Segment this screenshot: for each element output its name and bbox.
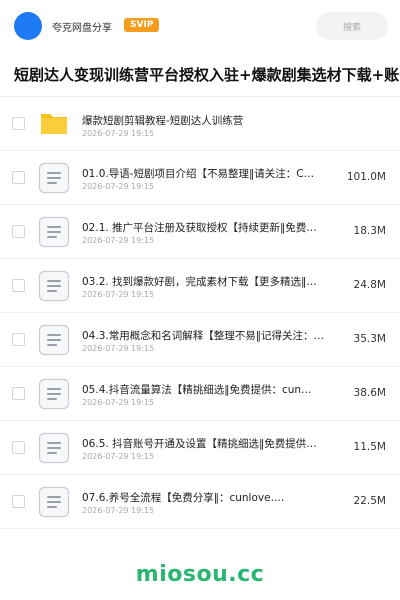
item-size: 38.6M bbox=[353, 387, 386, 399]
list-item-file[interactable]: 04.3.常用概念和名词解释【整理不易‖记得关注：… 2026-07-29 19… bbox=[0, 313, 400, 367]
item-name: 01.0.导语-短剧项目介绍【不易整理‖请关注：C… bbox=[82, 168, 315, 180]
document-icon bbox=[38, 324, 70, 356]
item-size: 101.0M bbox=[346, 171, 386, 183]
share-title: 短剧达人变现训练营平台授权入驻+爆款剧集选材下载+账号 bbox=[14, 66, 400, 84]
select-checkbox[interactable] bbox=[12, 387, 25, 400]
document-icon bbox=[38, 486, 70, 518]
item-date: 2026-07-29 19:15 bbox=[82, 129, 155, 138]
document-icon bbox=[38, 270, 70, 302]
share-title-container: 短剧达人变现训练营平台授权入驻+爆款剧集选材下载+账号 bbox=[0, 62, 400, 88]
document-icon bbox=[38, 216, 70, 248]
item-name: 05.4.抖音流量算法【精挑细选‖免费提供：cun… bbox=[82, 384, 312, 396]
item-date: 2026-07-29 19:15 bbox=[82, 452, 155, 461]
item-name: 07.6.养号全流程【免费分享‖：cunlove.… bbox=[82, 492, 285, 504]
item-date: 2026-07-29 19:15 bbox=[82, 344, 155, 353]
watermark: miosou.cc bbox=[135, 562, 265, 587]
select-checkbox[interactable] bbox=[12, 441, 25, 454]
svip-badge: SVIP bbox=[124, 18, 160, 32]
item-size: 22.5M bbox=[353, 495, 386, 507]
item-name: 爆款短剧剪辑教程-短剧达人训练营 bbox=[82, 115, 244, 127]
avatar[interactable] bbox=[14, 12, 42, 40]
item-name: 03.2. 找到爆款好剧，完成素材下载【更多精选‖… bbox=[82, 276, 317, 288]
list-item-file[interactable]: 01.0.导语-短剧项目介绍【不易整理‖请关注：C… 2026-07-29 19… bbox=[0, 151, 400, 205]
list-item-file[interactable]: 03.2. 找到爆款好剧，完成素材下载【更多精选‖… 2026-07-29 19… bbox=[0, 259, 400, 313]
item-size: 18.3M bbox=[353, 225, 386, 237]
file-list: 爆款短剧剪辑教程-短剧达人训练营 2026-07-29 19:15 01.0.导… bbox=[0, 97, 400, 529]
list-item-file[interactable]: 05.4.抖音流量算法【精挑细选‖免费提供：cun… 2026-07-29 19… bbox=[0, 367, 400, 421]
item-size: 35.3M bbox=[353, 333, 386, 345]
select-checkbox[interactable] bbox=[12, 333, 25, 346]
document-icon bbox=[38, 432, 70, 464]
username: 夸克网盘分享 bbox=[52, 23, 112, 34]
item-date: 2026-07-29 19:15 bbox=[82, 398, 155, 407]
select-checkbox[interactable] bbox=[12, 117, 25, 130]
select-checkbox[interactable] bbox=[12, 279, 25, 292]
folder-icon bbox=[41, 114, 67, 134]
select-checkbox[interactable] bbox=[12, 171, 25, 184]
item-size: 24.8M bbox=[353, 279, 386, 291]
list-item-file[interactable]: 07.6.养号全流程【免费分享‖：cunlove.… 2026-07-29 19… bbox=[0, 475, 400, 529]
item-date: 2026-07-29 19:15 bbox=[82, 290, 155, 299]
document-icon bbox=[38, 162, 70, 194]
item-name: 04.3.常用概念和名词解释【整理不易‖记得关注：… bbox=[82, 330, 324, 342]
top-bar: 夸克网盘分享 SVIP 搜索 bbox=[0, 0, 400, 52]
document-icon bbox=[38, 378, 70, 410]
item-date: 2026-07-29 19:15 bbox=[82, 506, 155, 515]
list-item-folder[interactable]: 爆款短剧剪辑教程-短剧达人训练营 2026-07-29 19:15 bbox=[0, 97, 400, 151]
item-name: 02.1. 推广平台注册及获取授权【持续更新‖免费… bbox=[82, 222, 317, 234]
item-date: 2026-07-29 19:15 bbox=[82, 182, 155, 191]
list-item-file[interactable]: 02.1. 推广平台注册及获取授权【持续更新‖免费… 2026-07-29 19… bbox=[0, 205, 400, 259]
item-name: 06.5. 抖音账号开通及设置【精挑细选‖免费提供… bbox=[82, 438, 317, 450]
search-button[interactable]: 搜索 bbox=[316, 12, 388, 40]
select-checkbox[interactable] bbox=[12, 225, 25, 238]
list-item-file[interactable]: 06.5. 抖音账号开通及设置【精挑细选‖免费提供… 2026-07-29 19… bbox=[0, 421, 400, 475]
select-checkbox[interactable] bbox=[12, 495, 25, 508]
item-date: 2026-07-29 19:15 bbox=[82, 236, 155, 245]
item-size: 11.5M bbox=[353, 441, 386, 453]
